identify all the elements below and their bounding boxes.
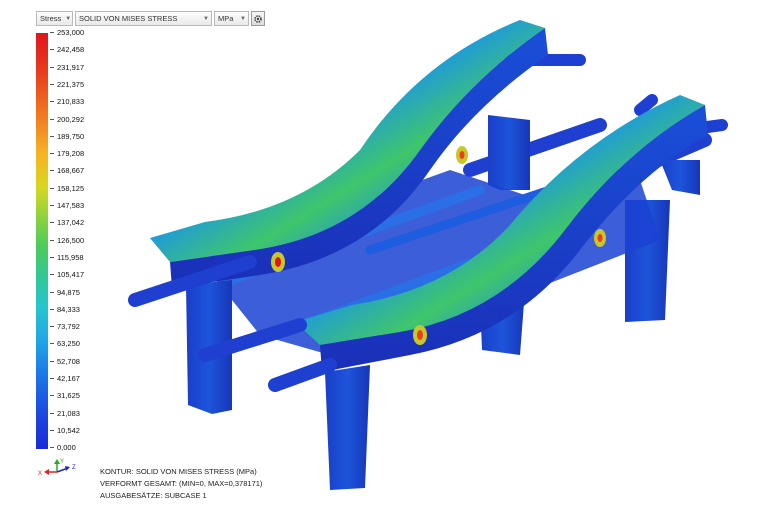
contour-info: KONTUR: SOLID VON MISES STRESS (MPa)	[100, 467, 257, 476]
axis-z-label: Z	[72, 465, 76, 471]
rod-front-3	[268, 358, 337, 392]
post-front-center	[325, 365, 370, 490]
axis-triad-icon: X Y Z	[38, 459, 76, 477]
result-info: KONTUR: SOLID VON MISES STRESS (MPa) VER…	[100, 466, 262, 502]
output-set-info: AUSGABESÄTZE: SUBCASE 1	[100, 491, 207, 500]
fea-model-view[interactable]	[0, 0, 768, 512]
axis-x-label: X	[38, 471, 42, 477]
post-back-2	[660, 160, 700, 195]
rod-far-4	[634, 94, 658, 116]
deformation-info: VERFORMT GESAMT: (MIN=0, MAX=0,378171)	[100, 479, 263, 488]
post-back-1	[488, 115, 530, 190]
axis-y-label: Y	[60, 459, 64, 465]
